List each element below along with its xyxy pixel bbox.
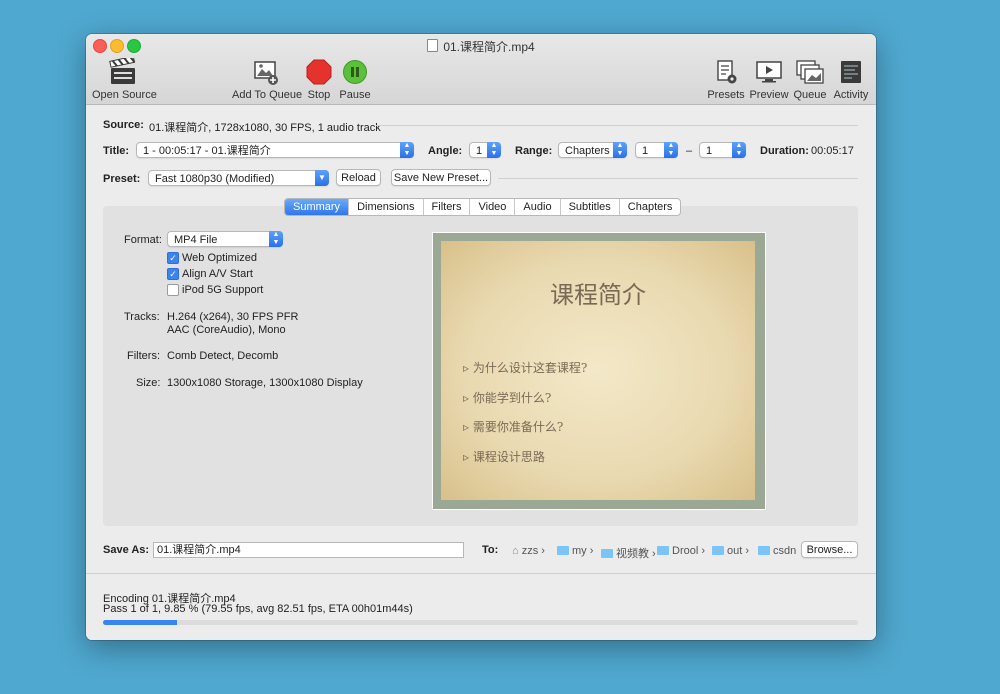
pause-icon [340, 58, 370, 86]
align-av-checkbox[interactable]: ✓ [167, 268, 179, 280]
range-label: Range: [515, 145, 553, 157]
preset-label: Preset: [103, 173, 141, 185]
settings-tabs: Summary Dimensions Filters Video Audio S… [284, 198, 682, 216]
tab-video[interactable]: Video [470, 199, 516, 215]
folder-icon [557, 546, 569, 555]
slide-title: 课程简介 [550, 281, 646, 309]
reload-button[interactable]: Reload [336, 169, 381, 186]
open-source-button[interactable]: Open Source [92, 55, 157, 101]
tab-audio[interactable]: Audio [515, 199, 561, 215]
filters-label: Filters: [127, 350, 160, 362]
folder-icon [601, 549, 613, 558]
path-item-home[interactable]: ⌂ zzs › [512, 545, 545, 557]
source-divider [376, 125, 858, 126]
add-to-queue-button[interactable]: Add To Queue [232, 58, 302, 101]
source-value: 01.课程简介, 1728x1080, 30 FPS, 1 audio trac… [149, 122, 381, 134]
titlebar: 01.课程简介.mp4 Open Source Add To Queue Sto… [86, 34, 876, 105]
web-optimized-label: Web Optimized [182, 252, 257, 264]
preset-divider [498, 178, 858, 179]
slide-image: 课程简介 ▹ 为什么设计这套课程? ▹ 你能学到什么? ▹ 需要你准备什么? ▹… [441, 241, 755, 500]
stop-button[interactable]: Stop [304, 58, 334, 101]
tracks-line2: AAC (CoreAudio), Mono [167, 324, 286, 336]
tab-filters[interactable]: Filters [424, 199, 471, 215]
chevron-updown-icon: ▲ ▼ [664, 142, 678, 158]
range-type-select[interactable]: Chapters ▲ ▼ [558, 142, 627, 158]
clapperboard-icon [108, 55, 138, 86]
folder-icon [758, 546, 770, 555]
folder-icon [657, 546, 669, 555]
add-to-queue-icon [250, 58, 280, 86]
to-label: To: [482, 544, 499, 556]
filters-value: Comb Detect, Decomb [167, 350, 279, 362]
folder-icon [712, 546, 724, 555]
size-label: Size: [136, 377, 161, 389]
preview-thumbnail[interactable]: 课程简介 ▹ 为什么设计这套课程? ▹ 你能学到什么? ▹ 需要你准备什么? ▹… [432, 232, 766, 510]
range-dash: – [686, 145, 693, 157]
path-item-folder[interactable]: csdn [758, 545, 796, 557]
source-label: Source: [103, 119, 144, 131]
save-as-field[interactable]: 01.课程简介.mp4 [153, 542, 464, 558]
stop-icon [304, 58, 334, 86]
slide-bullet: ▹ 你能学到什么? [463, 390, 552, 405]
ipod-label: iPod 5G Support [182, 284, 264, 296]
pause-button[interactable]: Pause [338, 58, 372, 101]
chevron-updown-icon: ▲ ▼ [269, 231, 283, 247]
title-label: Title: [103, 145, 130, 157]
queue-icon [795, 58, 825, 86]
encode-progress-bar [103, 620, 858, 625]
path-item-folder[interactable]: my › [557, 545, 593, 557]
encode-progress-fill [103, 620, 178, 625]
angle-select[interactable]: 1 ▲ ▼ [469, 142, 501, 158]
activity-icon [836, 58, 866, 86]
title-select[interactable]: 1 - 00:05:17 - 01.课程简介 ▲ ▼ [136, 142, 414, 158]
presets-button[interactable]: Presets [706, 58, 746, 101]
format-label: Format: [124, 234, 162, 246]
tracks-line1: H.264 (x264), 30 FPS PFR [167, 311, 299, 323]
main-content: Source: 01.课程简介, 1728x1080, 30 FPS, 1 au… [86, 105, 876, 640]
range-end-select[interactable]: 1 ▲ ▼ [699, 142, 746, 158]
tab-subtitles[interactable]: Subtitles [561, 199, 620, 215]
preview-icon [754, 58, 784, 86]
slide-bullets: ▹ 为什么设计这套课程? ▹ 你能学到什么? ▹ 需要你准备什么? ▹ 课程设计… [463, 354, 587, 472]
window-title: 01.课程简介.mp4 [86, 38, 876, 55]
document-icon [427, 39, 439, 52]
slide-bullet: ▹ 课程设计思路 [463, 449, 545, 464]
format-select[interactable]: MP4 File ▲ ▼ [167, 231, 283, 247]
path-item-folder[interactable]: 视频教 › [601, 545, 656, 561]
web-optimized-checkbox[interactable]: ✓ [167, 252, 179, 264]
ipod-checkbox[interactable] [167, 284, 179, 296]
home-icon: ⌂ [512, 545, 519, 557]
browse-button[interactable]: Browse... [801, 541, 858, 558]
tracks-label: Tracks: [124, 311, 160, 323]
angle-label: Angle: [428, 145, 463, 157]
chevron-updown-icon: ▲ ▼ [613, 142, 627, 158]
tab-chapters[interactable]: Chapters [620, 199, 681, 215]
slide-bullet: ▹ 需要你准备什么? [463, 420, 564, 434]
path-item-folder[interactable]: Drool › [657, 545, 705, 557]
duration-label: Duration: [760, 145, 809, 157]
slide-bullet: ▹ 为什么设计这套课程? [463, 361, 588, 375]
status-area: Encoding 01.课程简介.mp4 Pass 1 of 1, 9.85 %… [86, 573, 876, 640]
status-line2: Pass 1 of 1, 9.85 % (79.55 fps, avg 82.5… [103, 603, 413, 615]
save-new-preset-button[interactable]: Save New Preset... [391, 169, 491, 186]
preview-button[interactable]: Preview [748, 58, 790, 101]
size-value: 1300x1080 Storage, 1300x1080 Display [167, 377, 363, 389]
handbrake-window: 01.课程简介.mp4 Open Source Add To Queue Sto… [86, 34, 876, 640]
chevron-updown-icon: ▲ ▼ [400, 142, 414, 158]
activity-button[interactable]: Activity [830, 58, 872, 101]
queue-button[interactable]: Queue [792, 58, 828, 101]
chevron-down-icon: ▼ [315, 170, 329, 186]
range-start-select[interactable]: 1 ▲ ▼ [635, 142, 678, 158]
preset-select[interactable]: Fast 1080p30 (Modified) ▼ [148, 170, 329, 186]
tab-summary[interactable]: Summary [285, 199, 350, 215]
align-av-label: Align A/V Start [182, 268, 253, 280]
chevron-updown-icon: ▲ ▼ [732, 142, 746, 158]
save-as-label: Save As: [103, 544, 150, 556]
tab-dimensions[interactable]: Dimensions [349, 199, 424, 215]
presets-icon [711, 58, 741, 86]
path-item-folder[interactable]: out › [712, 545, 749, 557]
duration-value: 00:05:17 [811, 145, 854, 157]
chevron-updown-icon: ▲ ▼ [487, 142, 501, 158]
